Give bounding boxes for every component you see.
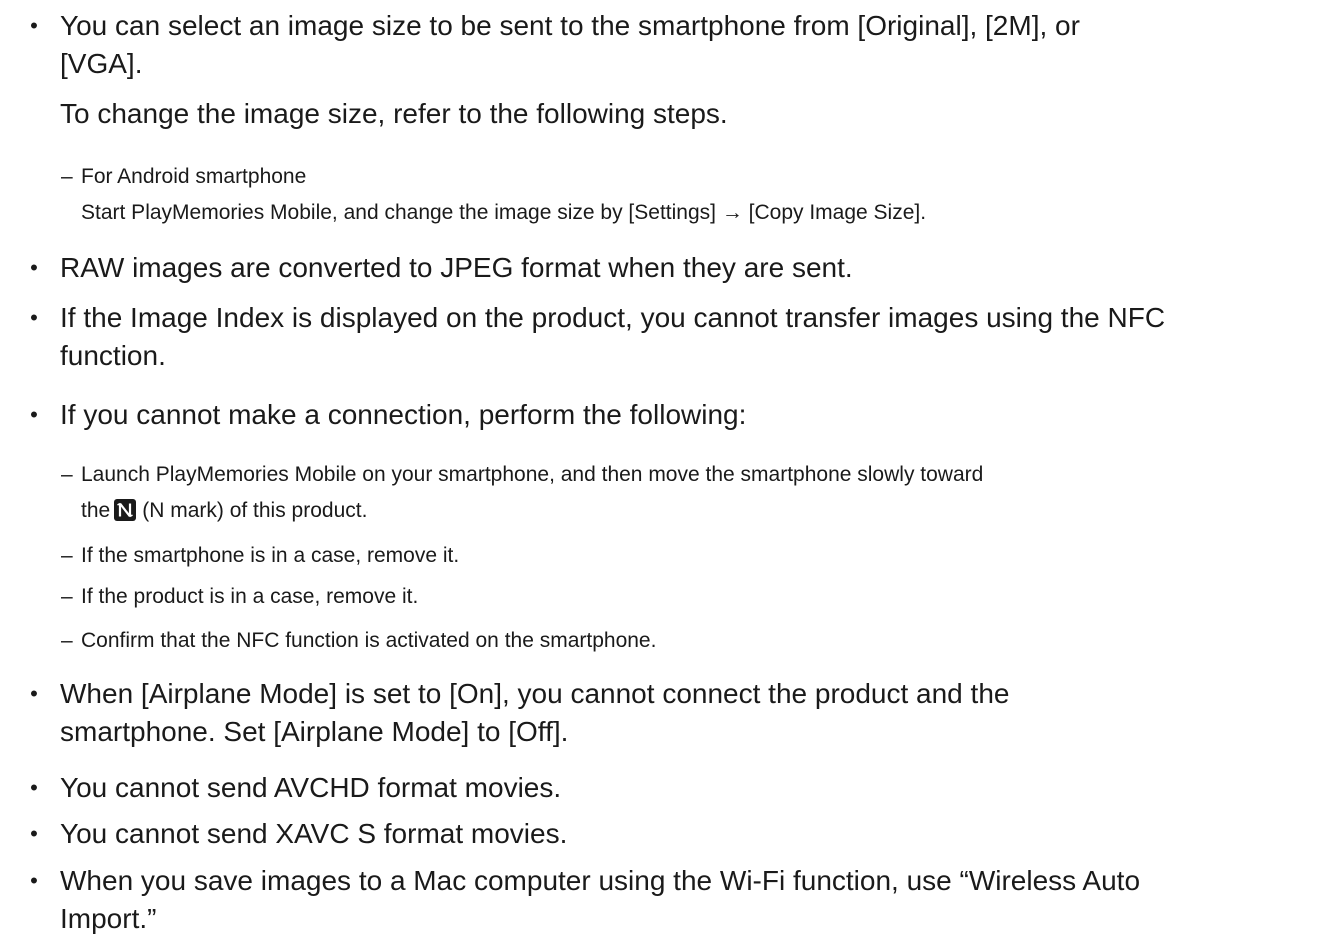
sub-product-case-text: If the product is in a case, remove it. <box>81 585 419 608</box>
sub-android-text: Start PlayMemories Mobile, and change th… <box>81 201 927 224</box>
bullet-marker: • <box>30 305 38 330</box>
note-avchd-text: You cannot send AVCHD format movies. <box>60 772 562 803</box>
sub-android: – For Android smartphone Start PlayMemor… <box>61 162 1316 228</box>
sub-android-title: For Android smartphone <box>81 165 307 188</box>
note-raw-text: RAW images are converted to JPEG format … <box>60 252 853 283</box>
note-cannot-connect: • If you cannot make a connection, perfo… <box>30 396 1310 434</box>
sub-smartphone-case-text: If the smartphone is in a case, remove i… <box>81 544 460 567</box>
dash-marker: – <box>61 629 73 652</box>
note-raw: • RAW images are converted to JPEG forma… <box>30 249 1310 287</box>
note-xavc-text: You cannot send XAVC S format movies. <box>60 818 568 849</box>
dash-marker: – <box>61 544 73 567</box>
note-mac-line-1: When you save images to a Mac computer u… <box>60 865 1141 896</box>
notes-list: • You can select an image size to be sen… <box>0 0 1319 950</box>
dash-marker: – <box>61 165 73 188</box>
n-mark-icon <box>114 499 137 521</box>
note-avchd: • You cannot send AVCHD format movies. <box>30 769 1310 807</box>
note-airplane-line-2: smartphone. Set [Airplane Mode] to [Off]… <box>60 716 569 747</box>
note-image-index-line-2: function. <box>60 340 166 371</box>
note-image-index: • If the Image Index is displayed on the… <box>30 299 1310 375</box>
note-mac-line-2: Import.” <box>60 903 157 934</box>
bullet-marker: • <box>30 681 38 706</box>
note-cannot-connect-text: If you cannot make a connection, perform… <box>60 399 747 430</box>
note-image-size-line-2: [VGA]. <box>60 48 143 79</box>
dash-marker: – <box>61 463 73 486</box>
note-image-size-line-3: To change the image size, refer to the f… <box>60 98 728 129</box>
bullet-marker: • <box>30 402 38 427</box>
bullet-marker: • <box>30 775 38 800</box>
sub-smartphone-case: – If the smartphone is in a case, remove… <box>61 541 1316 571</box>
bullet-marker: • <box>30 255 38 280</box>
note-airplane-mode: • When [Airplane Mode] is set to [On], y… <box>30 675 1310 751</box>
bullet-marker: • <box>30 13 38 38</box>
sub-nfc-activated-text: Confirm that the NFC function is activat… <box>81 629 657 652</box>
bullet-marker: • <box>30 821 38 846</box>
dash-marker: – <box>61 585 73 608</box>
sub-launch-suffix: (N mark) of this product. <box>142 499 368 522</box>
sub-launch-prefix: the <box>81 499 111 522</box>
sub-launch-line-2: the (N mark) of this product. <box>81 496 1316 526</box>
note-airplane-line-1: When [Airplane Mode] is set to [On], you… <box>60 678 1010 709</box>
note-image-size: • You can select an image size to be sen… <box>30 7 1310 133</box>
note-image-size-line-1: You can select an image size to be sent … <box>60 10 1080 41</box>
sub-product-case: – If the product is in a case, remove it… <box>61 582 1316 612</box>
sub-nfc-activated: – Confirm that the NFC function is activ… <box>61 626 1316 656</box>
sub-launch-line-1: Launch PlayMemories Mobile on your smart… <box>81 463 984 486</box>
note-xavc: • You cannot send XAVC S format movies. <box>30 815 1310 853</box>
sub-launch: – Launch PlayMemories Mobile on your sma… <box>61 460 1316 526</box>
note-mac: • When you save images to a Mac computer… <box>30 862 1310 938</box>
note-image-index-line-1: If the Image Index is displayed on the p… <box>60 302 1166 333</box>
bullet-marker: • <box>30 868 38 893</box>
